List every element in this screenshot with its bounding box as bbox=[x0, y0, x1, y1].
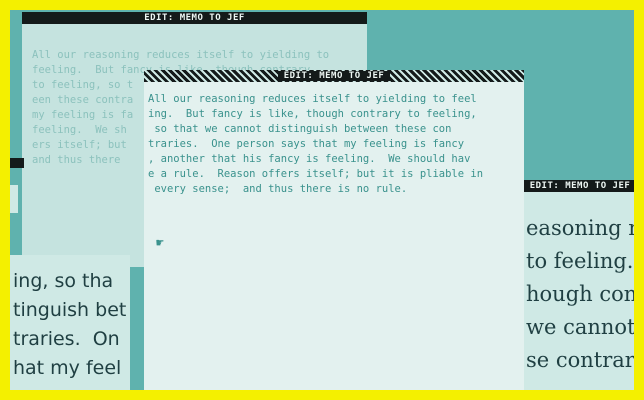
window-title: EDIT: MEMO TO JEF bbox=[277, 71, 391, 81]
pointing-hand-icon: ☛ bbox=[156, 236, 164, 251]
text-line: we cannot bbox=[526, 315, 634, 339]
text-line: hat my feel bbox=[13, 357, 122, 379]
text-line: to feeling. bbox=[526, 249, 634, 273]
text-line: tinguish bet bbox=[13, 299, 127, 321]
text-line: ing, so tha bbox=[13, 270, 114, 292]
text-line: , another that his fancy is feeling. We … bbox=[148, 153, 471, 165]
text-line: ing. But fancy is like, though contrary … bbox=[148, 108, 477, 120]
window-title-bar-fragment[interactable] bbox=[10, 158, 24, 168]
text-line: so that we cannot distinguish between th… bbox=[148, 123, 452, 135]
window-edge-fragment bbox=[10, 185, 18, 213]
text-line: se contraries bbox=[526, 348, 634, 372]
text-line: traries. On bbox=[13, 328, 120, 350]
text-line: traries. One person says that my feeling… bbox=[148, 138, 465, 150]
memo-window-front[interactable]: EDIT: MEMO TO JEF All our reasoning redu… bbox=[144, 70, 524, 390]
window-title-bar[interactable]: EDIT: MEMO TO JEF bbox=[520, 180, 634, 192]
memo-window-left-large[interactable]: ing, so tha tinguish bet traries. On hat my… bbox=[10, 255, 130, 390]
document-text[interactable]: All our reasoning reduces itself to yiel… bbox=[144, 82, 524, 197]
text-line: hough contr bbox=[526, 282, 634, 306]
window-title: EDIT: MEMO TO JEF bbox=[523, 181, 634, 191]
document-text[interactable]: easoning re to feeling. hough contr we cann… bbox=[520, 192, 634, 377]
document-text[interactable]: ing, so tha tinguish bet traries. On hat my… bbox=[10, 255, 130, 383]
text-line: All our reasoning reduces itself to yiel… bbox=[148, 93, 477, 105]
window-title-bar[interactable]: EDIT: MEMO TO JEF bbox=[22, 12, 367, 24]
text-line: every sense; and thus there is no rule. bbox=[148, 183, 408, 195]
text-line: All our reasoning reduces itself to yiel… bbox=[32, 49, 330, 61]
text-line: e a rule. Reason offers itself; but it i… bbox=[148, 168, 484, 180]
window-title: EDIT: MEMO TO JEF bbox=[138, 13, 251, 23]
window-title-bar-active[interactable]: EDIT: MEMO TO JEF bbox=[144, 70, 524, 82]
memo-window-right-large[interactable]: EDIT: MEMO TO JEF easoning re to feeling.… bbox=[520, 180, 634, 390]
screen: EDIT: MEMO TO JEF All our reasoning redu… bbox=[10, 10, 634, 390]
text-line: easoning re bbox=[526, 216, 634, 240]
